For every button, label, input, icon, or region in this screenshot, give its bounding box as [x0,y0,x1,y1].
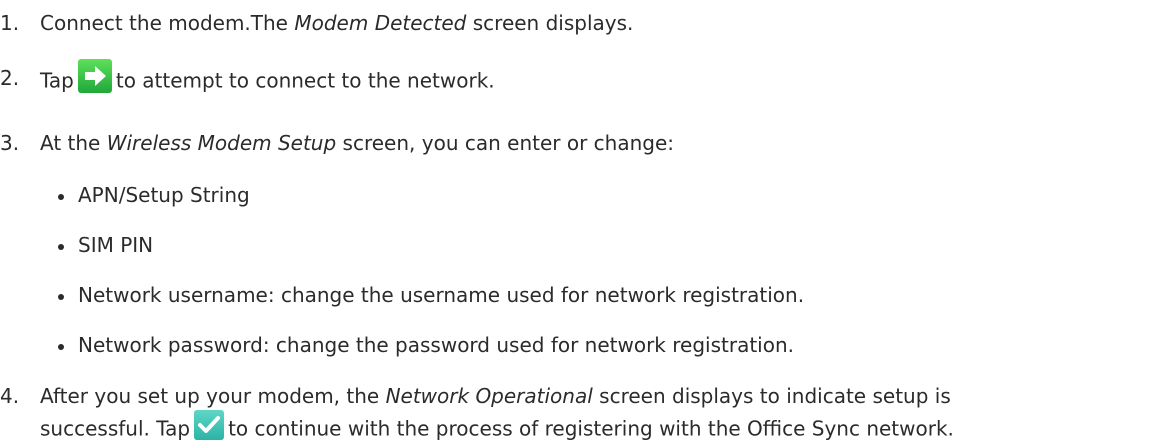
step-text-post: to attempt to connect to the network. [115,68,495,93]
screen-name: Modem Detected [294,11,467,35]
green-checkmark-icon [194,410,225,446]
bullet-text: Network username: change the username us… [57,283,805,307]
green-right-arrow-icon [77,59,112,99]
bullet-text: Network password: change the password us… [58,333,794,357]
step-text: After you set up your modem, the Network… [40,383,951,409]
step-number: 4. [0,384,20,408]
step-text-pre: At the [40,131,107,155]
screen-name: Wireless Modem Setup [106,131,337,155]
step-text: Tap to attempt to connect to the network… [40,59,495,99]
step-text-pre: Tap [40,68,74,93]
step-text: At the Wireless Modem Setup screen, you … [40,130,674,156]
step-number: 1. [0,11,20,35]
step-text-pre: Connect the modem.The [40,11,295,35]
screen-name: Network Operational [385,384,593,408]
bullet-text: APN/Setup String [58,183,250,207]
step-text: successful. Tap to continue with the pro… [40,410,954,446]
step-text: Connect the modem.The Modem Detected scr… [40,10,633,36]
step-text-pre: After you set up your modem, the [40,384,386,408]
step-number: 2. [0,66,20,90]
step-text-post: to continue with the process of register… [228,416,954,441]
step-text-post: screen, you can enter or change: [336,131,674,155]
step-number: 3. [0,131,20,155]
instruction-page: { "steps": [ { "number": "1.", "pre": "C… [0,0,1151,448]
step-text-post: screen displays. [466,11,634,35]
step-text-pre: successful. Tap [40,416,191,441]
bullet-text: SIM PIN [57,233,154,257]
step-text-post: screen displays to indicate setup is [592,384,951,408]
